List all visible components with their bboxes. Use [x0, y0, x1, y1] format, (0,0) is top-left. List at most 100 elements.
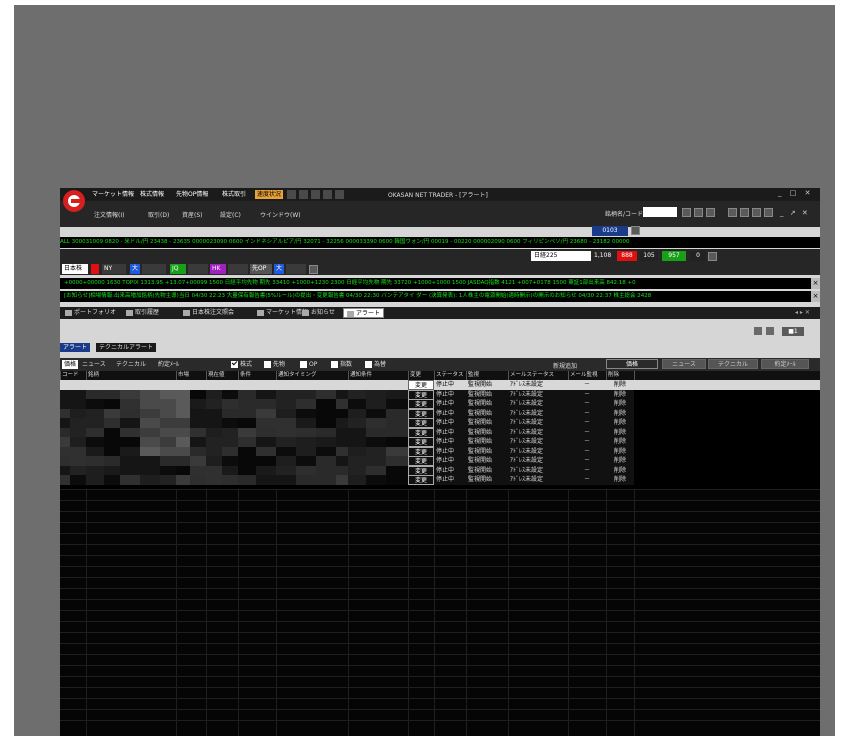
checkbox-icon[interactable] — [300, 361, 307, 368]
toolbar-square-icon[interactable] — [287, 190, 296, 199]
tab-alert-main[interactable]: アラート — [60, 343, 91, 352]
new-price-alert-button[interactable]: 価格 — [606, 359, 658, 369]
change-button[interactable]: 変更 — [408, 418, 434, 428]
index-select[interactable]: 日経225 — [531, 251, 591, 261]
change-button[interactable]: 変更 — [408, 456, 434, 466]
change-button[interactable]: 変更 — [408, 427, 434, 438]
toolbar-square-icon[interactable] — [323, 190, 332, 199]
filter-stock[interactable]: 株式 — [231, 360, 252, 369]
window-controls[interactable]: _ □ ✕ — [778, 189, 813, 197]
close-icon[interactable]: × — [811, 291, 820, 302]
market-tab[interactable]: 大 — [130, 264, 140, 274]
col-mail-monitor[interactable]: メール監視 — [568, 371, 606, 380]
tab-notices[interactable]: お知らせ — [300, 308, 335, 318]
table-row[interactable]: 変更 停止中 監視開始 ｱﾄﾞﾚｽ未設定－削除 — [60, 408, 820, 419]
col-code[interactable]: コード — [60, 371, 86, 380]
tab-alert[interactable]: アラート — [343, 308, 385, 318]
tab-portfolio[interactable]: ポートフォリオ — [63, 308, 116, 318]
search-icon[interactable] — [682, 208, 691, 217]
checkbox-icon[interactable] — [331, 361, 338, 368]
market-tab[interactable]: NY — [102, 264, 126, 274]
checkbox-icon[interactable] — [231, 361, 238, 368]
new-technical-alert-button[interactable]: テクニカル — [708, 359, 758, 369]
delete-button[interactable]: 削除 — [606, 389, 634, 400]
start-monitor-button[interactable]: 監視開始 — [466, 408, 508, 419]
tab-stock-order-inquiry[interactable]: 日本株注文照会 — [181, 308, 234, 318]
delete-button[interactable]: 削除 — [606, 465, 634, 476]
table-row[interactable]: 変更 停止中 監視開始 ｱﾄﾞﾚｽ未設定－削除 — [60, 456, 820, 466]
filter-op[interactable]: OP — [300, 360, 317, 369]
col-mail-status[interactable]: メールステータス — [508, 371, 568, 380]
start-monitor-button[interactable]: 監視開始 — [466, 389, 508, 400]
filter-futures[interactable]: 先物 — [264, 360, 285, 369]
change-button[interactable]: 変更 — [408, 446, 434, 457]
market-tab[interactable]: 日本株 — [62, 264, 88, 274]
change-button[interactable]: 変更 — [408, 465, 434, 476]
change-button[interactable]: 変更 — [408, 380, 434, 390]
col-notify-condition[interactable]: 通知条件 — [348, 371, 408, 380]
checkbox-icon[interactable] — [365, 361, 372, 368]
start-monitor-button[interactable]: 監視開始 — [466, 437, 508, 447]
col-status[interactable]: ステータス — [434, 371, 466, 380]
tab-price[interactable]: 価格 — [62, 360, 79, 369]
checkbox-icon[interactable] — [264, 361, 271, 368]
layout-icon[interactable] — [728, 208, 737, 217]
col-name[interactable]: 銘柄 — [86, 371, 176, 380]
start-monitor-button[interactable]: 監視開始 — [466, 456, 508, 466]
start-monitor-button[interactable]: 監視開始 — [466, 418, 508, 428]
close-icon[interactable] — [708, 252, 717, 261]
tab-scroll-controls[interactable]: ◂ ▸ ✕ — [793, 308, 810, 318]
table-row[interactable]: 変更 停止中 監視開始 ｱﾄﾞﾚｽ未設定－削除 — [60, 475, 820, 485]
start-monitor-button[interactable]: 監視開始 — [466, 465, 508, 476]
menu-speed-status[interactable]: 速度状況 — [255, 190, 284, 199]
tab-technical-alert[interactable]: テクニカルアラート — [96, 343, 157, 352]
close-icon[interactable] — [631, 226, 640, 235]
change-button[interactable]: 変更 — [408, 389, 434, 400]
change-button[interactable]: 変更 — [408, 475, 434, 485]
col-condition[interactable]: 条件 — [238, 371, 276, 380]
menu-settings[interactable]: 設定(C) — [220, 210, 241, 219]
col-change[interactable]: 変更 — [408, 371, 434, 380]
code-input[interactable] — [643, 207, 677, 217]
table-row[interactable]: 変更 停止中 監視開始 ｱﾄﾞﾚｽ未設定－削除 — [60, 418, 820, 428]
table-row[interactable]: 変更 停止中 監視開始 ｱﾄﾞﾚｽ未設定－削除 — [60, 437, 820, 447]
new-mail-alert-button[interactable]: 約定ﾒｰﾙ — [761, 359, 809, 369]
col-delete[interactable]: 削除 — [606, 371, 634, 380]
menu-stock-info[interactable]: 株式情報 — [138, 190, 166, 199]
filter-fx[interactable]: 為替 — [365, 360, 386, 369]
market-tab[interactable]: JQ — [170, 264, 186, 274]
layout-icon[interactable] — [740, 208, 749, 217]
col-price[interactable]: 現在値 — [206, 371, 238, 380]
delete-button[interactable]: 削除 — [606, 427, 634, 438]
toolbar-square-icon[interactable] — [335, 190, 344, 199]
change-button[interactable]: 変更 — [408, 408, 434, 419]
toolbar-square-icon[interactable] — [299, 190, 308, 199]
change-button[interactable]: 変更 — [408, 399, 434, 409]
delete-button[interactable]: 削除 — [606, 446, 634, 457]
settings-icon[interactable] — [766, 327, 774, 335]
start-monitor-button[interactable]: 監視開始 — [466, 475, 508, 485]
start-monitor-button[interactable]: 監視開始 — [466, 380, 508, 390]
tab-news[interactable]: ニュース — [82, 360, 106, 369]
delete-button[interactable]: 削除 — [606, 437, 634, 447]
col-market[interactable]: 市場 — [176, 371, 206, 380]
delete-button[interactable]: 削除 — [606, 475, 634, 485]
start-monitor-button[interactable]: 監視開始 — [466, 399, 508, 409]
menu-assets[interactable]: 資産(S) — [182, 210, 203, 219]
delete-button[interactable]: 削除 — [606, 408, 634, 419]
market-tab[interactable]: HK — [210, 264, 226, 274]
table-row[interactable]: 変更 停止中 監視開始 ｱﾄﾞﾚｽ未設定－削除 — [60, 427, 820, 438]
print-icon[interactable] — [754, 327, 762, 335]
layout-icon[interactable] — [764, 208, 773, 217]
table-row[interactable]: 変更 停止中 監視開始 ｱﾄﾞﾚｽ未設定－削除 — [60, 465, 820, 476]
filter-index[interactable]: 指数 — [331, 360, 352, 369]
start-monitor-button[interactable]: 監視開始 — [466, 446, 508, 457]
mdi-window-controls[interactable]: _ ↗ ✕ — [780, 209, 810, 217]
delete-button[interactable]: 削除 — [606, 456, 634, 466]
toolbar-square-icon[interactable] — [311, 190, 320, 199]
change-button[interactable]: 変更 — [408, 437, 434, 447]
list-icon[interactable] — [694, 208, 703, 217]
menu-futures-info[interactable]: 先物OP情報 — [174, 190, 210, 199]
close-icon[interactable] — [309, 265, 318, 274]
close-icon[interactable]: × — [811, 278, 820, 289]
